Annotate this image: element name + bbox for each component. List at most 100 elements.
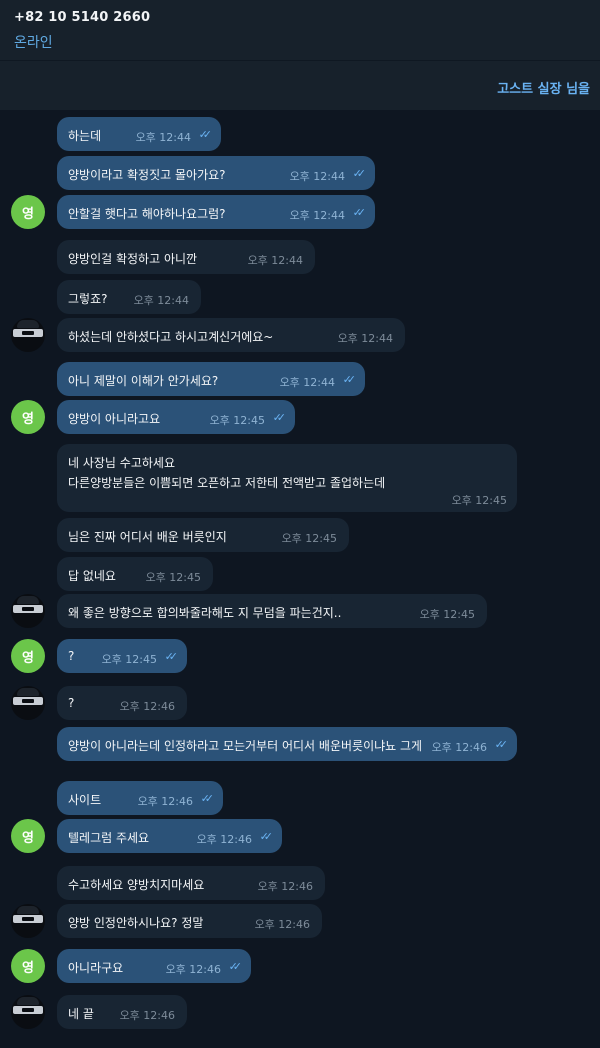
avatar-hat-shape [17,997,39,1005]
incoming-message-bubble[interactable]: 그렇죠? 오후 12:44 [57,280,201,314]
avatar-mask-shape [13,605,43,613]
message-text: ? [68,649,75,663]
message-time: 오후 12:46 [254,918,310,931]
double-check-icon: ✓✓ [352,206,367,219]
user-avatar[interactable]: 영 [11,639,45,673]
contact-avatar[interactable] [11,318,45,352]
avatar-hat-shape [17,688,39,696]
double-check-icon: ✓✓ [200,792,215,805]
contact-avatar[interactable] [11,995,45,1029]
outgoing-message-bubble[interactable]: 양방이 아니라고요 오후 12:45 ✓✓ [57,400,295,434]
message-time: 오후 12:46 [165,963,221,976]
message-time: 오후 12:44 [247,254,303,267]
double-check-icon: ✓✓ [228,960,243,973]
incoming-message-bubble[interactable]: 양방 인정안하시나요? 정말 오후 12:46 [57,904,322,938]
double-check-icon: ✓✓ [494,738,509,751]
outgoing-message-bubble[interactable]: ? 오후 12:45 ✓✓ [57,639,187,673]
contact-avatar[interactable] [11,904,45,938]
incoming-message-bubble[interactable]: ? 오후 12:46 [57,686,187,720]
message-text: 네 끝 [68,1007,94,1021]
double-check-icon: ✓✓ [352,167,367,180]
message-text: 양방이라고 확정짓고 몰아가요? [68,168,226,182]
message-time: 오후 12:44 [133,294,189,307]
contact-status: 온라인 [14,35,53,51]
message-time: 오후 12:46 [257,880,313,893]
double-check-icon: ✓✓ [272,411,287,424]
message-text: 양방 인정안하시나요? 정말 [68,916,204,930]
message-text: 아니라구요 [68,961,124,975]
message-text: 양방이 아니라고요 [68,412,161,426]
message-text: 텔레그럼 주세요 [68,831,150,845]
outgoing-message-bubble[interactable]: 아니 제말이 이해가 안가세요? 오후 12:44 ✓✓ [57,362,365,396]
avatar-initial: 영 [22,650,34,666]
message-time: 오후 12:46 [196,833,252,846]
message-list[interactable]: 하는데 오후 12:44 ✓✓ 양방이라고 확정짓고 몰아가요? 오후 12:44 ✓✓ 안… [0,110,600,1048]
avatar-initial: 영 [22,830,34,846]
message-time: 오후 12:45 [209,414,265,427]
double-check-icon: ✓✓ [342,373,357,386]
user-avatar[interactable]: 영 [11,195,45,229]
message-text: 님은 진짜 어디서 배운 버릇인지 [68,530,227,544]
message-text: 수고하세요 양방치지마세요 [68,878,205,892]
message-text: 안할걸 햇다고 해야하나요그럼? [68,207,226,221]
avatar-mask-shape [13,915,43,923]
avatar-mask-shape [13,1006,43,1014]
message-text: 하셨는데 안하셨다고 하시고계신거에요~ [68,330,274,344]
message-time: 오후 12:45 [281,532,337,545]
message-time: 오후 12:46 [119,700,175,713]
outgoing-message-bubble[interactable]: 하는데 오후 12:44 ✓✓ [57,117,221,151]
incoming-message-bubble[interactable]: 님은 진짜 어디서 배운 버릇인지 오후 12:45 [57,518,349,552]
message-text: 하는데 [68,129,102,143]
message-time: 오후 12:44 [289,209,345,222]
message-time: 오후 12:44 [279,376,335,389]
user-avatar[interactable]: 영 [11,819,45,853]
message-text-line: 네 사장님 수고하세요 [68,456,175,470]
contact-phone[interactable]: +82 10 5140 2660 [14,10,150,25]
outgoing-message-bubble[interactable]: 사이트 오후 12:46 ✓✓ [57,781,223,815]
pinned-message-text[interactable]: 고스트 실장 님을 [497,78,590,97]
avatar-hat-shape [17,320,39,328]
double-check-icon: ✓✓ [198,128,213,141]
incoming-message-bubble[interactable]: 답 없네요 오후 12:45 [57,557,213,591]
message-time: 오후 12:46 [137,795,193,808]
chat-header: +82 10 5140 2660 온라인 [0,0,600,60]
message-text-line: 다른양방분들은 이쁨되면 오픈하고 저한테 전액받고 졸업하는데 [68,476,386,490]
pinned-message-bar[interactable]: 고스트 실장 님을 [0,60,600,110]
avatar-mask-shape [13,329,43,337]
contact-avatar[interactable] [11,686,45,720]
message-time: 오후 12:45 [451,494,507,507]
message-time: 오후 12:45 [101,653,157,666]
incoming-message-bubble[interactable]: 네 끝 오후 12:46 [57,995,187,1029]
message-time: 오후 12:44 [135,131,191,144]
avatar-hat-shape [17,906,39,914]
message-time: 오후 12:44 [289,170,345,183]
avatar-mask-shape [13,697,43,705]
message-text: 그렇죠? [68,292,108,306]
incoming-message-bubble[interactable]: 네 사장님 수고하세요다른양방분들은 이쁨되면 오픈하고 저한테 전액받고 졸업… [57,444,517,512]
outgoing-message-bubble[interactable]: 양방이라고 확정짓고 몰아가요? 오후 12:44 ✓✓ [57,156,375,190]
message-time: 오후 12:46 [119,1009,175,1022]
incoming-message-bubble[interactable]: 왜 좋은 방향으로 합의봐줄라해도 지 무덤을 파는건지.. 오후 12:45 [57,594,487,628]
incoming-message-bubble[interactable]: 수고하세요 양방치지마세요 오후 12:46 [57,866,325,900]
avatar-initial: 영 [22,411,34,427]
outgoing-message-bubble[interactable]: 양방이 아니라는데 인정하라고 모는거부터 어디서 배운버릇이냐뇨 그게 오후 1… [57,727,517,761]
message-time: 오후 12:45 [419,608,475,621]
avatar-initial: 영 [22,960,34,976]
user-avatar[interactable]: 영 [11,400,45,434]
user-avatar[interactable]: 영 [11,949,45,983]
double-check-icon: ✓✓ [164,650,179,663]
outgoing-message-bubble[interactable]: 아니라구요 오후 12:46 ✓✓ [57,949,251,983]
message-text: 양방인걸 확정하고 아니깐 [68,252,198,266]
outgoing-message-bubble[interactable]: 안할걸 햇다고 해야하나요그럼? 오후 12:44 ✓✓ [57,195,375,229]
message-text: 왜 좋은 방향으로 합의봐줄라해도 지 무덤을 파는건지.. [68,606,342,620]
avatar-hat-shape [17,596,39,604]
contact-avatar[interactable] [11,594,45,628]
message-text: ? [68,696,75,710]
avatar-initial: 영 [22,206,34,222]
message-text: 답 없네요 [68,569,116,583]
incoming-message-bubble[interactable]: 하셨는데 안하셨다고 하시고계신거에요~ 오후 12:44 [57,318,405,352]
incoming-message-bubble[interactable]: 양방인걸 확정하고 아니깐 오후 12:44 [57,240,315,274]
message-time: 오후 12:44 [337,332,393,345]
message-time: 오후 12:46 [431,741,487,754]
outgoing-message-bubble[interactable]: 텔레그럼 주세요 오후 12:46 ✓✓ [57,819,282,853]
